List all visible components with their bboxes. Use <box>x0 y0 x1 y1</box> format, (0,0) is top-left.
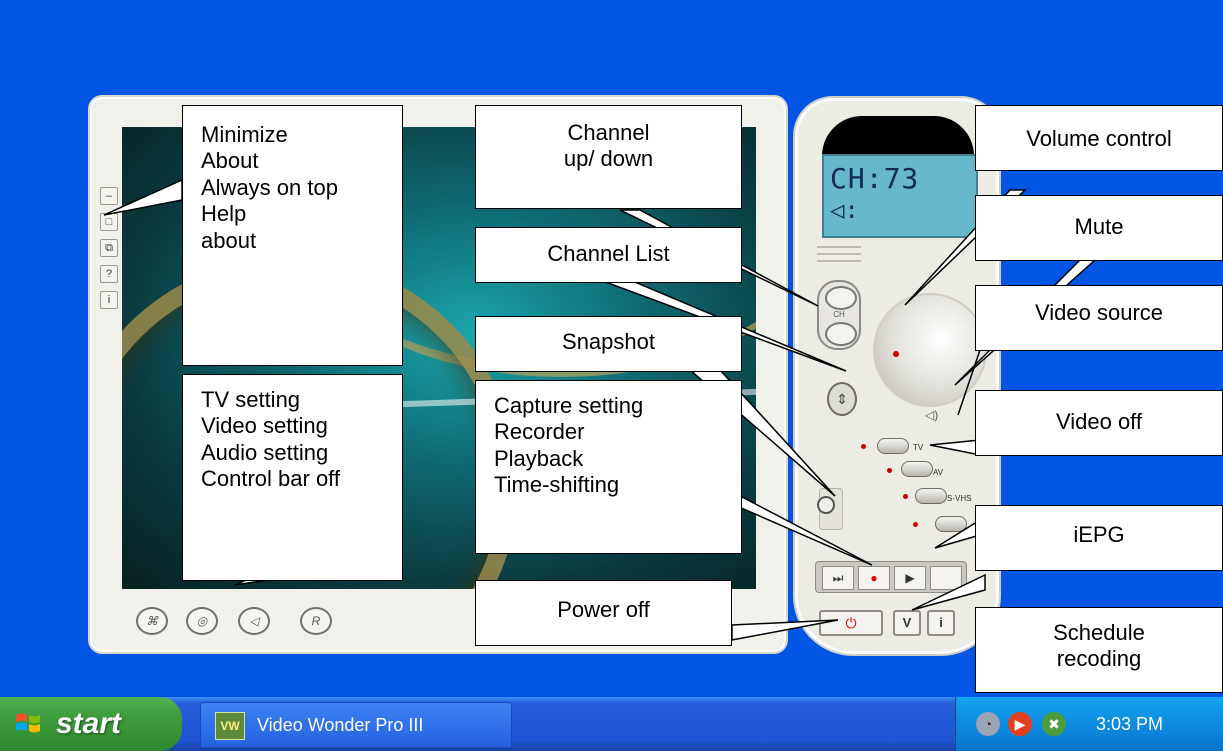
window-menu-callout: Minimize About Always on top Help about <box>182 105 403 366</box>
schedule-callout: Schedule recoding <box>975 607 1223 693</box>
callout-help: Help <box>201 201 247 227</box>
taskbar: start VW Video Wonder Pro III ◔ ▶ ✖ 3:03… <box>0 697 1223 751</box>
mute-callout: Mute <box>975 195 1223 261</box>
start-label: start <box>56 707 122 740</box>
clock: 3:03 PM <box>1096 714 1164 734</box>
callout-channel: Channel <box>567 120 650 145</box>
volume-control-callout: Volume control <box>975 105 1223 171</box>
callout-minimize: Minimize <box>201 122 288 147</box>
start-button[interactable]: start <box>0 697 182 751</box>
windows-flag-icon <box>16 713 40 733</box>
callout-always-on-top: Always on top <box>201 174 338 200</box>
callout-schedule: Schedule <box>1053 620 1145 645</box>
channel-updown-callout: Channel up/ down <box>475 105 742 209</box>
taskbar-item-label: Video Wonder Pro III <box>257 715 424 735</box>
callout-recorder: Recorder <box>494 419 585 445</box>
capture-menu-callout: Capture setting Recorder Playback Time-s… <box>475 380 742 554</box>
callout-updown: up/ down <box>563 146 654 172</box>
taskbar-item-video-wonder[interactable]: VW Video Wonder Pro III <box>200 702 512 748</box>
callout-recoding: recoding <box>1056 646 1142 672</box>
snapshot-callout: Snapshot <box>475 316 742 372</box>
callout-tv-setting: TV setting <box>201 387 301 412</box>
callout-about: About <box>201 148 259 174</box>
settings-menu-callout: TV setting Video setting Audio setting C… <box>182 374 403 581</box>
callout-capture-setting: Capture setting <box>494 393 644 418</box>
iepg-callout: iEPG <box>975 505 1223 571</box>
channel-list-callout: Channel List <box>475 227 742 283</box>
video-source-callout: Video source <box>975 285 1223 351</box>
callout-video-setting: Video setting <box>201 413 328 439</box>
video-wonder-icon: VW <box>215 712 245 740</box>
callout-time-shifting: Time-shifting <box>494 472 620 498</box>
network-tray-icon[interactable]: ✖ <box>1042 712 1066 736</box>
callout-about-2: about <box>201 227 257 253</box>
video-off-callout: Video off <box>975 390 1223 456</box>
callout-audio-setting: Audio setting <box>201 439 329 465</box>
power-off-callout: Power off <box>475 580 732 646</box>
callout-control-bar-off: Control bar off <box>201 466 341 492</box>
schedule-tray-icon[interactable]: ▶ <box>1008 712 1032 736</box>
speaker-tray-icon[interactable]: ◔ <box>976 712 1000 736</box>
system-tray: ◔ ▶ ✖ 3:03 PM <box>955 697 1223 751</box>
callout-playback: Playback <box>494 445 584 471</box>
